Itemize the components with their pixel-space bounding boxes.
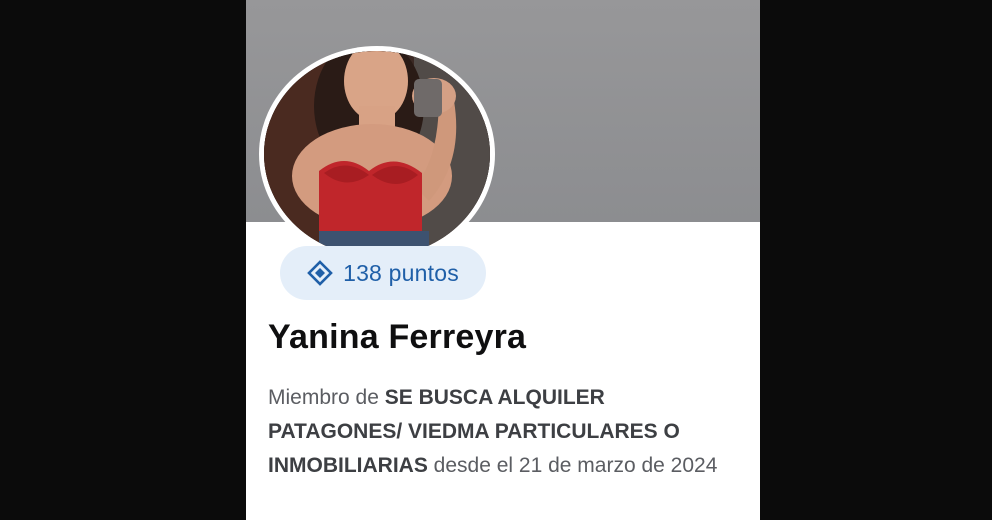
profile-card: 138 puntos Yanina Ferreyra Miembro de SE… bbox=[246, 0, 760, 520]
avatar-photo-icon bbox=[264, 51, 490, 257]
screenshot-stage: 138 puntos Yanina Ferreyra Miembro de SE… bbox=[0, 0, 992, 520]
membership-since: desde el 21 de marzo de 2024 bbox=[427, 454, 718, 477]
points-label: 138 puntos bbox=[343, 259, 459, 286]
points-badge[interactable]: 138 puntos bbox=[280, 246, 486, 300]
profile-name: Yanina Ferreyra bbox=[268, 318, 527, 356]
membership-prefix: Miembro de bbox=[268, 386, 385, 409]
diamond-points-icon bbox=[307, 260, 333, 286]
avatar[interactable] bbox=[264, 51, 490, 257]
membership-description: Miembro de SE BUSCA ALQUILER PATAGONES/ … bbox=[268, 381, 738, 483]
